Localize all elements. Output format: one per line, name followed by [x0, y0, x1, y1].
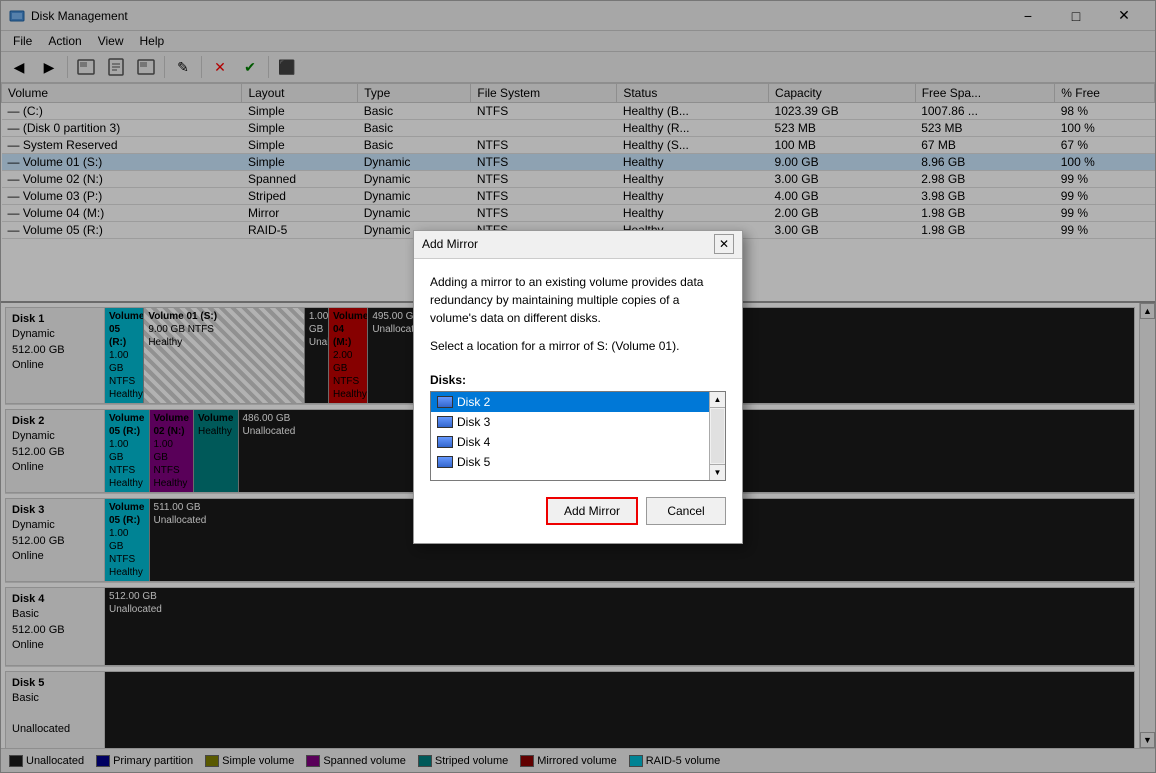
- dialog-select-label: Select a location for a mirror of S: (Vo…: [430, 339, 726, 353]
- disk-list-label: Disk 4: [457, 435, 490, 449]
- modal-overlay: Add Mirror ✕ Adding a mirror to an exist…: [0, 0, 1156, 773]
- dialog-buttons: Add Mirror Cancel: [430, 497, 726, 529]
- disk-list: Disk 2 Disk 3 Disk 4 Disk 5: [431, 392, 709, 480]
- list-scroll-down[interactable]: ▼: [710, 464, 725, 480]
- dialog-body: Adding a mirror to an existing volume pr…: [414, 259, 742, 543]
- disk-list-label: Disk 5: [457, 455, 490, 469]
- disk-icon: [437, 416, 453, 428]
- disk-list-label: Disk 3: [457, 415, 490, 429]
- list-scroll-up[interactable]: ▲: [710, 392, 725, 408]
- cancel-button[interactable]: Cancel: [646, 497, 726, 525]
- disk-list-item[interactable]: Disk 3: [431, 412, 709, 432]
- disk-listbox: Disk 2 Disk 3 Disk 4 Disk 5 ▲ ▼: [430, 391, 726, 481]
- dialog-title: Add Mirror: [422, 237, 478, 251]
- listbox-scrollbar[interactable]: ▲ ▼: [709, 392, 725, 480]
- disk-icon: [437, 456, 453, 468]
- add-mirror-dialog: Add Mirror ✕ Adding a mirror to an exist…: [413, 230, 743, 544]
- disk-list-label: Disk 2: [457, 395, 490, 409]
- dialog-description: Adding a mirror to an existing volume pr…: [430, 273, 726, 327]
- app-window: Disk Management − □ ✕ File Action View H…: [0, 0, 1156, 773]
- dialog-disks-label: Disks:: [430, 373, 726, 387]
- disk-list-item[interactable]: Disk 2: [431, 392, 709, 412]
- add-mirror-button[interactable]: Add Mirror: [546, 497, 638, 525]
- disk-icon: [437, 436, 453, 448]
- disk-list-item[interactable]: Disk 5: [431, 452, 709, 472]
- dialog-close-button[interactable]: ✕: [714, 234, 734, 254]
- disk-list-item[interactable]: Disk 4: [431, 432, 709, 452]
- dialog-title-bar: Add Mirror ✕: [414, 231, 742, 259]
- disk-icon: [437, 396, 453, 408]
